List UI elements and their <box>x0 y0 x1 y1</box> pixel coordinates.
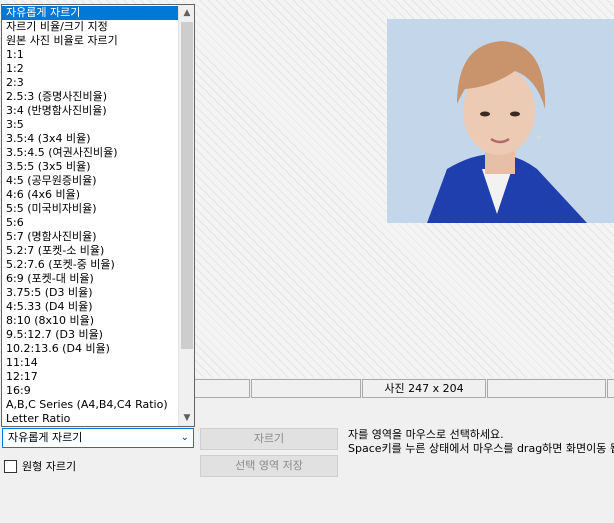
dropdown-item[interactable]: 3.5:4.5 (여권사진비율) <box>2 146 181 160</box>
dropdown-item[interactable]: 자르기 비율/크기 지정 <box>2 20 181 34</box>
circle-crop-label: 원형 자르기 <box>22 460 77 473</box>
scroll-down-icon[interactable]: ▼ <box>179 410 194 426</box>
hint-line-1: 자를 영역을 마우스로 선택하세요. <box>348 428 504 441</box>
dropdown-item[interactable]: 4:5.33 (D4 비율) <box>2 300 181 314</box>
status-cell-4 <box>487 379 606 398</box>
scroll-up-icon[interactable]: ▲ <box>179 5 194 21</box>
dropdown-item[interactable]: A,B,C Series (A4,B4,C4 Ratio) <box>2 398 181 412</box>
dropdown-item[interactable]: 16:9 <box>2 384 181 398</box>
status-cell-2 <box>251 379 361 398</box>
scrollbar-thumb[interactable] <box>181 22 193 349</box>
dropdown-item[interactable]: 4:6 (4x6 비율) <box>2 188 181 202</box>
circle-crop-checkbox[interactable]: 원형 자르기 <box>4 459 76 473</box>
dropdown-item[interactable]: 5:5 (미국비자비율) <box>2 202 181 216</box>
dropdown-item[interactable]: 원본 사진 비율로 자르기 <box>2 34 181 48</box>
crop-button[interactable]: 자르기 <box>200 428 338 450</box>
dropdown-item[interactable]: 1:2 <box>2 62 181 76</box>
chevron-down-icon[interactable]: ⌄ <box>181 429 189 447</box>
dropdown-item[interactable]: 3:5 <box>2 118 181 132</box>
dropdown-item[interactable]: 5.2:7 (포켓-소 비율) <box>2 244 181 258</box>
status-cell-1 <box>190 379 250 398</box>
crop-mode-select[interactable]: 자유롭게 자르기 ⌄ <box>2 428 194 448</box>
dropdown-item[interactable]: 6:9 (포켓-대 비율) <box>2 272 181 286</box>
dropdown-item[interactable]: 4:5 (공무원증비율) <box>2 174 181 188</box>
dropdown-item[interactable]: 5:7 (명함사진비율) <box>2 230 181 244</box>
dropdown-item[interactable]: 5:6 <box>2 216 181 230</box>
save-selection-button[interactable]: 선택 영역 저장 <box>200 455 338 477</box>
dropdown-item[interactable]: 3.5:5 (3x5 비율) <box>2 160 181 174</box>
dropdown-item[interactable]: 5.2:7.6 (포켓-중 비율) <box>2 258 181 272</box>
dropdown-item[interactable]: 2.5:3 (증명사진비율) <box>2 90 181 104</box>
dropdown-item[interactable]: Letter Ratio <box>2 412 181 426</box>
dropdown-item[interactable]: 3:4 (반명함사진비율) <box>2 104 181 118</box>
photo-size-label: 사진 247 x 204 <box>362 379 486 398</box>
dropdown-item[interactable]: 12:17 <box>2 370 181 384</box>
photo-preview[interactable] <box>387 19 614 223</box>
status-cell-5 <box>607 379 614 398</box>
dropdown-item[interactable]: 9.5:12.7 (D3 비율) <box>2 328 181 342</box>
dropdown-item[interactable]: 10.2:13.6 (D4 비율) <box>2 342 181 356</box>
dropdown-item[interactable]: 3.5:4 (3x4 비율) <box>2 132 181 146</box>
hint-line-2: Space키를 누른 상태에서 마우스를 drag하면 화면이동 됩 <box>348 442 614 455</box>
checkbox-box[interactable] <box>4 459 17 473</box>
crop-mode-select-value: 자유롭게 자르기 <box>8 431 83 444</box>
dropdown-item[interactable]: 자유롭게 자르기 <box>2 6 181 20</box>
dropdown-item[interactable]: 11:14 <box>2 356 181 370</box>
dropdown-item[interactable]: 3.75:5 (D3 비율) <box>2 286 181 300</box>
dropdown-item[interactable]: 8:10 (8x10 비율) <box>2 314 181 328</box>
dropdown-item[interactable]: 2:3 <box>2 76 181 90</box>
person-photo <box>387 19 614 223</box>
crop-ratio-dropdown-list[interactable]: 자유롭게 자르기 자르기 비율/크기 지정 원본 사진 비율로 자르기 1:1 … <box>1 4 195 427</box>
dropdown-item[interactable]: 1:1 <box>2 48 181 62</box>
dropdown-scrollbar[interactable]: ▲ ▼ <box>178 5 194 426</box>
